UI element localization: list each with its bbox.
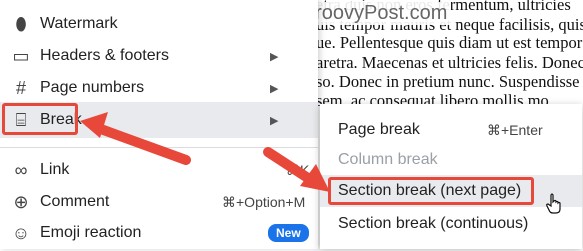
hash-icon: # bbox=[15, 77, 26, 98]
watermark-icon: ⬮ bbox=[15, 13, 27, 34]
emoji-icon: ☺ bbox=[11, 222, 31, 243]
submenu-arrow-icon: ▶ bbox=[270, 82, 279, 95]
submenu-item-column-break: Column break bbox=[320, 144, 582, 176]
submenu-item-label: Section break (continuous) bbox=[338, 215, 529, 232]
menu-item-link[interactable]: ∞ Link ⌘K bbox=[0, 152, 318, 188]
menu-item-emoji-reaction[interactable]: ☺ Emoji reaction New bbox=[0, 215, 318, 251]
link-icon: ∞ bbox=[14, 159, 28, 180]
menu-item-label: Headers & footers bbox=[40, 47, 169, 64]
menu-item-label: Page numbers bbox=[40, 79, 145, 96]
menu-item-label: Comment bbox=[40, 193, 110, 210]
submenu-item-page-break[interactable]: Page break ⌘+Enter bbox=[320, 114, 582, 146]
menu-item-label: Emoji reaction bbox=[40, 224, 142, 241]
menu-item-watermark[interactable]: ⬮ Watermark bbox=[0, 6, 318, 42]
hand-cursor-icon bbox=[546, 193, 561, 214]
submenu-arrow-icon: ▶ bbox=[270, 114, 279, 127]
menu-item-label: Watermark bbox=[40, 15, 118, 32]
submenu-item-label: Page break bbox=[338, 121, 420, 138]
menu-item-shortcut: ⌘+Option+M bbox=[222, 193, 306, 210]
site-watermark: groovyPost.com bbox=[300, 2, 452, 25]
doc-text-line: ue. Pellentesque quis diam ut est tempor bbox=[316, 33, 583, 52]
menu-item-shortcut: ⌘K bbox=[286, 161, 310, 178]
menu-item-page-numbers[interactable]: # Page numbers ▶ bbox=[0, 70, 318, 106]
submenu-arrow-icon: ▶ bbox=[270, 50, 279, 63]
break-highlight-box bbox=[2, 103, 78, 135]
menu-item-label: Link bbox=[40, 161, 70, 178]
new-badge: New bbox=[268, 224, 309, 242]
submenu-item-shortcut: ⌘+Enter bbox=[487, 122, 543, 138]
section-break-highlight-box bbox=[328, 177, 534, 205]
comment-icon: ⊕ bbox=[13, 191, 29, 212]
submenu-item-label: Column break bbox=[338, 151, 438, 168]
menu-item-headers-footers[interactable]: ▭ Headers & footers ▶ bbox=[0, 38, 318, 74]
menu-divider bbox=[0, 147, 318, 148]
header-footer-icon: ▭ bbox=[12, 45, 30, 66]
submenu-item-section-break-continuous[interactable]: Section break (continuous) bbox=[320, 208, 582, 240]
